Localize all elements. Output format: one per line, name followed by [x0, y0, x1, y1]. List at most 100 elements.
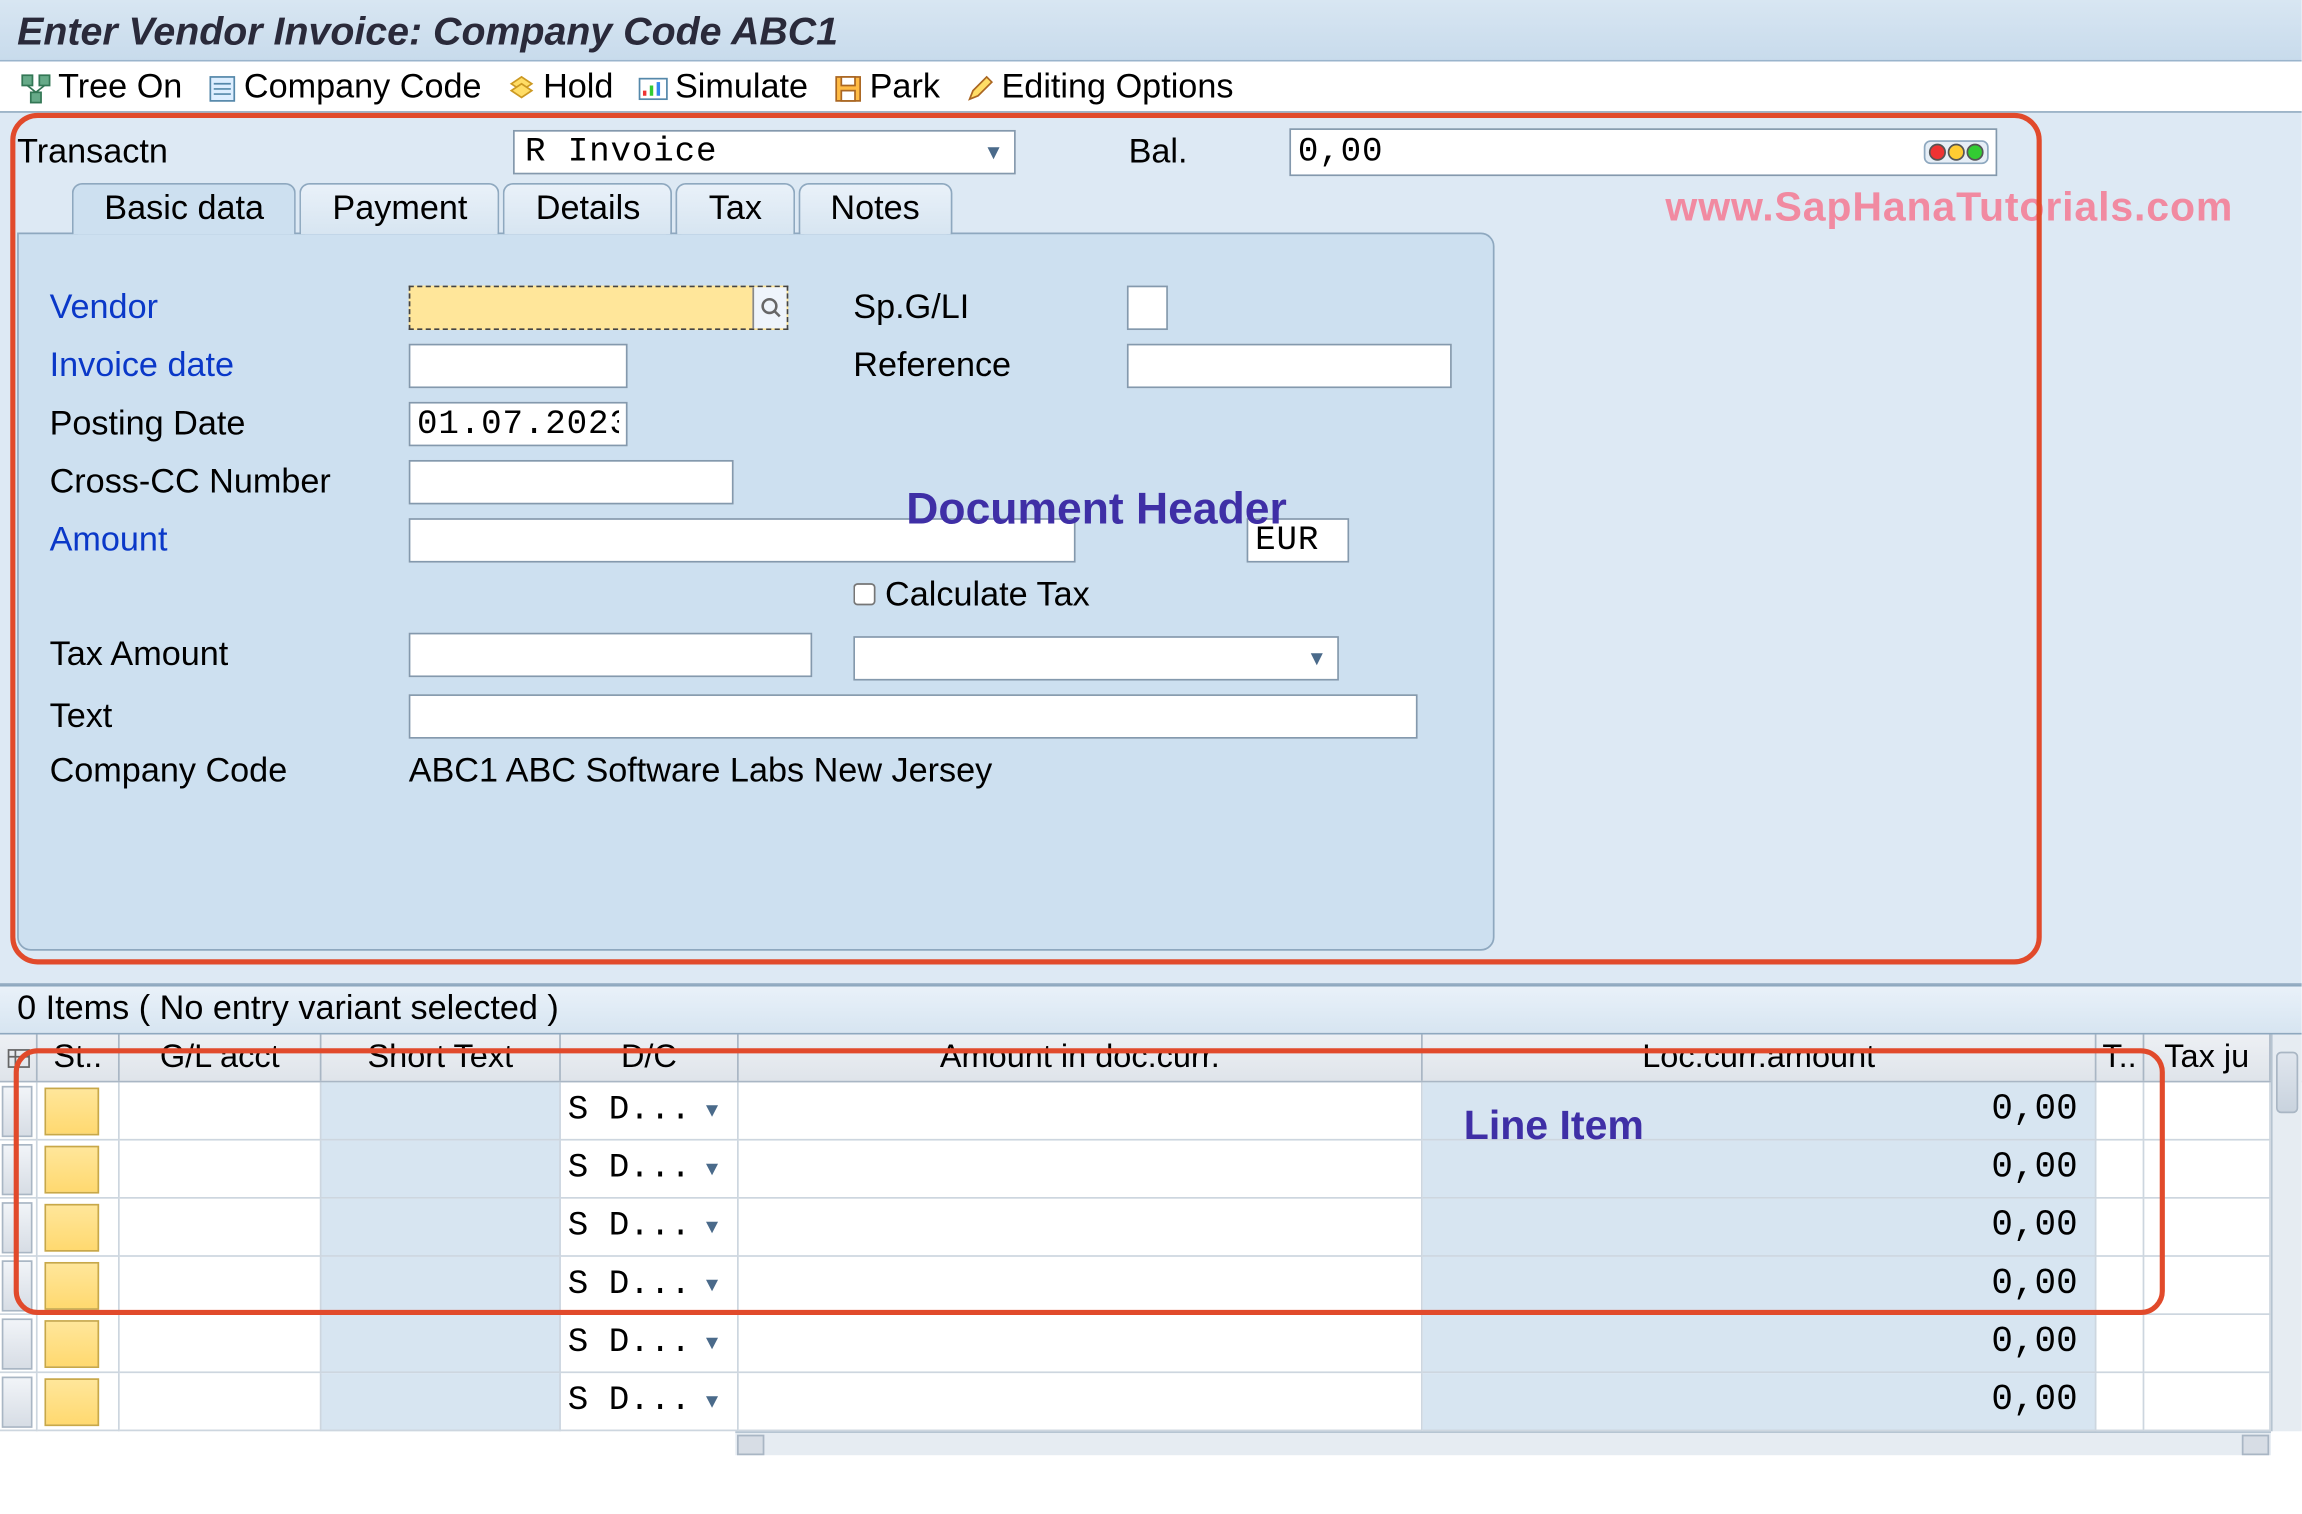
gl-acct-cell[interactable] [120, 1373, 322, 1431]
status-chip[interactable] [44, 1261, 99, 1309]
short-text-cell [321, 1082, 560, 1140]
gl-acct-cell[interactable] [120, 1315, 322, 1373]
col-t[interactable]: T.. [2096, 1035, 2144, 1081]
tax-amount-field[interactable] [409, 633, 813, 677]
amount-doc-cell[interactable] [739, 1141, 1423, 1199]
taxj-cell[interactable] [2144, 1373, 2271, 1431]
tab-payment[interactable]: Payment [300, 183, 500, 234]
dc-select[interactable]: S D...▼ [561, 1265, 725, 1304]
dc-select[interactable]: S D...▼ [561, 1324, 725, 1363]
invoice-date-label[interactable]: Invoice date [50, 346, 409, 385]
simulate-label: Simulate [675, 68, 808, 107]
company-code-label: Company Code [50, 752, 409, 791]
t-cell[interactable] [2096, 1373, 2144, 1431]
company-code-button[interactable]: Company Code [199, 68, 488, 107]
dc-select[interactable]: S D...▼ [561, 1207, 725, 1246]
crosscc-field[interactable] [409, 460, 734, 504]
park-button[interactable]: Park [825, 68, 947, 107]
tax-code-select[interactable]: ▼ [853, 636, 1339, 680]
amount-loc-cell: 0,00 [1423, 1373, 2097, 1431]
taxj-cell[interactable] [2144, 1315, 2271, 1373]
gl-acct-cell[interactable] [120, 1199, 322, 1257]
col-taxj[interactable]: Tax ju [2144, 1035, 2271, 1081]
row-select-button[interactable] [2, 1259, 33, 1310]
t-cell[interactable] [2096, 1315, 2144, 1373]
col-dc[interactable]: D/C [561, 1035, 739, 1081]
vertical-scrollbar[interactable] [2271, 1035, 2302, 1432]
line-item-area: 0 Items ( No entry variant selected ) St… [0, 985, 2302, 1455]
amount-loc-cell: 0,00 [1423, 1257, 2097, 1315]
short-text-cell [321, 1141, 560, 1199]
col-amount-doc[interactable]: Amount in doc.curr. [739, 1035, 1423, 1081]
search-help-icon[interactable] [752, 287, 786, 328]
tree-on-button[interactable]: Tree On [14, 68, 189, 107]
tab-notes[interactable]: Notes [798, 183, 952, 234]
posting-date-field[interactable] [409, 402, 628, 446]
t-cell[interactable] [2096, 1257, 2144, 1315]
invoice-date-field[interactable] [409, 344, 628, 388]
simulate-button[interactable]: Simulate [631, 68, 815, 107]
vendor-field[interactable] [409, 286, 789, 330]
amount-doc-cell[interactable] [739, 1199, 1423, 1257]
transactn-select[interactable]: R Invoice ▼ [513, 130, 1016, 174]
table-row: S D...▼0,00 [0, 1315, 2302, 1373]
row-select-button[interactable] [2, 1085, 33, 1136]
status-chip[interactable] [44, 1377, 99, 1425]
horizontal-scrollbar[interactable] [735, 1431, 2271, 1455]
t-cell[interactable] [2096, 1082, 2144, 1140]
dc-select[interactable]: S D...▼ [561, 1382, 725, 1421]
scroll-right-icon[interactable] [2242, 1434, 2269, 1455]
page-title: Enter Vendor Invoice: Company Code ABC1 [17, 9, 838, 53]
tax-amount-label: Tax Amount [50, 635, 409, 674]
status-chip[interactable] [44, 1319, 99, 1367]
taxj-cell[interactable] [2144, 1141, 2271, 1199]
col-short-text[interactable]: Short Text [321, 1035, 560, 1081]
amount-doc-cell[interactable] [739, 1082, 1423, 1140]
calculate-tax-checkbox[interactable] [853, 583, 875, 605]
gl-acct-cell[interactable] [120, 1141, 322, 1199]
row-select-button[interactable] [2, 1318, 33, 1369]
transactn-label: Transactn [17, 133, 513, 172]
line-item-callout: Line Item [1464, 1103, 1644, 1151]
vendor-label[interactable]: Vendor [50, 288, 409, 327]
table-row: S D...▼ 0,00 [0, 1257, 2302, 1315]
t-cell[interactable] [2096, 1141, 2144, 1199]
t-cell[interactable] [2096, 1199, 2144, 1257]
title-bar: Enter Vendor Invoice: Company Code ABC1 [0, 0, 2302, 62]
amount-doc-cell[interactable] [739, 1257, 1423, 1315]
row-select-button[interactable] [2, 1143, 33, 1194]
editing-options-button[interactable]: Editing Options [957, 68, 1240, 107]
row-select-button[interactable] [2, 1376, 33, 1427]
row-select-button[interactable] [2, 1201, 33, 1252]
text-field[interactable] [409, 694, 1418, 738]
status-chip[interactable] [44, 1087, 99, 1135]
col-amount-loc[interactable]: Loc.curr.amount [1423, 1035, 2097, 1081]
amount-doc-cell[interactable] [739, 1315, 1423, 1373]
dc-select[interactable]: S D...▼ [561, 1091, 725, 1130]
col-gl-acct[interactable]: G/L acct [120, 1035, 322, 1081]
tab-tax[interactable]: Tax [676, 183, 794, 234]
col-status[interactable]: St.. [38, 1035, 120, 1081]
taxj-cell[interactable] [2144, 1257, 2271, 1315]
text-label: Text [50, 697, 409, 736]
dc-select[interactable]: S D...▼ [561, 1149, 725, 1188]
tab-details[interactable]: Details [503, 183, 673, 234]
balance-field: 0,00 [1289, 128, 1997, 176]
reference-field[interactable] [1127, 344, 1452, 388]
table-config-icon[interactable] [0, 1035, 38, 1081]
scroll-left-icon[interactable] [737, 1434, 764, 1455]
amount-label[interactable]: Amount [50, 521, 409, 560]
hold-button[interactable]: Hold [499, 68, 621, 107]
items-column-row: St.. G/L acct Short Text D/C Amount in d… [0, 1035, 2302, 1083]
gl-acct-cell[interactable] [120, 1082, 322, 1140]
crosscc-label: Cross-CC Number [50, 463, 409, 502]
tab-basic-data[interactable]: Basic data [72, 183, 297, 234]
gl-acct-cell[interactable] [120, 1257, 322, 1315]
amount-doc-cell[interactable] [739, 1373, 1423, 1431]
taxj-cell[interactable] [2144, 1199, 2271, 1257]
chevron-down-icon: ▼ [983, 140, 1003, 164]
taxj-cell[interactable] [2144, 1082, 2271, 1140]
spgl-field[interactable] [1127, 286, 1168, 330]
status-chip[interactable] [44, 1203, 99, 1251]
status-chip[interactable] [44, 1145, 99, 1193]
